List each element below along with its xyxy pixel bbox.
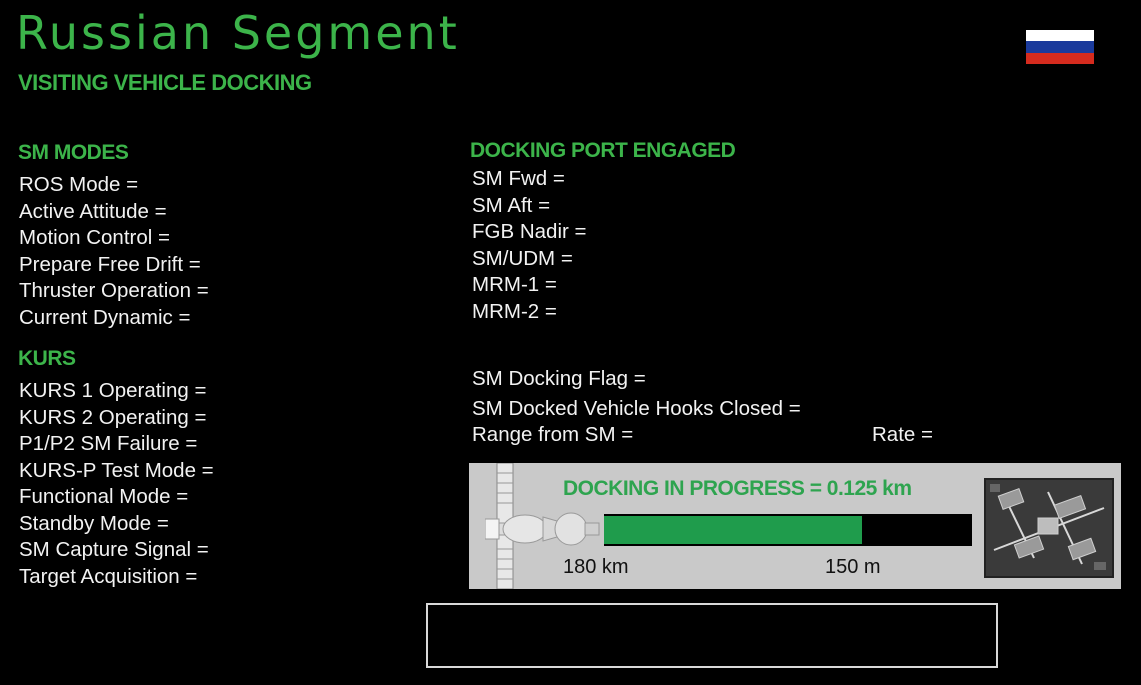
kurs-target-acquisition: Target Acquisition =	[19, 564, 198, 588]
docking-progress-fill	[604, 516, 862, 544]
docking-port-heading: DOCKING PORT ENGAGED	[470, 139, 736, 162]
kurs-heading: KURS	[18, 347, 76, 370]
kurs-p1p2-failure: P1/P2 SM Failure =	[19, 432, 198, 455]
kurs-1-operating: KURS 1 Operating =	[19, 379, 207, 402]
kurs-standby-mode: Standby Mode =	[19, 511, 169, 535]
kurs-list: KURS 1 Operating = KURS 2 Operating = P1…	[19, 378, 214, 590]
port-mrm-2: MRM-2 =	[472, 299, 557, 323]
sm-mode-thruster-operation: Thruster Operation =	[19, 279, 209, 302]
kurs-functional-mode: Functional Mode =	[19, 485, 189, 508]
message-box	[426, 603, 998, 668]
port-sm-udm: SM/UDM =	[472, 246, 573, 270]
russian-flag-icon	[1026, 30, 1094, 64]
sm-modes-heading: SM MODES	[18, 141, 129, 164]
sm-mode-motion-control: Motion Control =	[19, 226, 170, 249]
sm-docking-flag: SM Docking Flag =	[472, 367, 646, 390]
sm-modes-list: ROS Mode = Active Attitude = Motion Cont…	[19, 172, 209, 331]
docking-progress-panel: DOCKING IN PROGRESS = 0.125 km 180 km 15…	[469, 463, 1121, 589]
kurs-p-test-mode: KURS-P Test Mode =	[19, 458, 214, 482]
sm-mode-prepare-free-drift: Prepare Free Drift =	[19, 252, 201, 276]
range-from-sm: Range from SM =	[472, 423, 634, 446]
sm-mode-ros-mode: ROS Mode =	[19, 173, 139, 196]
docking-progress-label: DOCKING IN PROGRESS = 0.125 km	[563, 477, 912, 500]
port-sm-fwd: SM Fwd =	[472, 167, 565, 190]
progress-start-label: 180 km	[563, 556, 629, 578]
kurs-sm-capture-signal: SM Capture Signal =	[19, 538, 209, 561]
sm-mode-current-dynamic: Current Dynamic =	[19, 305, 191, 329]
docking-progress-bar	[604, 514, 972, 546]
rate-readout: Rate =	[872, 423, 933, 446]
iss-thumbnail-icon	[984, 478, 1114, 578]
kurs-2-operating: KURS 2 Operating =	[19, 405, 207, 429]
sm-mode-active-attitude: Active Attitude =	[19, 199, 167, 223]
sm-docked-hooks-closed: SM Docked Vehicle Hooks Closed =	[472, 397, 801, 420]
port-sm-aft: SM Aft =	[472, 193, 551, 217]
docking-port-list: SM Fwd = SM Aft = FGB Nadir = SM/UDM = M…	[472, 166, 587, 325]
page-subtitle: VISITING VEHICLE DOCKING	[18, 70, 312, 95]
page-title: Russian Segment	[16, 6, 460, 60]
port-fgb-nadir: FGB Nadir =	[472, 220, 587, 243]
soyuz-vehicle-icon	[485, 512, 600, 546]
progress-end-label: 150 m	[825, 556, 881, 578]
port-mrm-1: MRM-1 =	[472, 273, 557, 296]
